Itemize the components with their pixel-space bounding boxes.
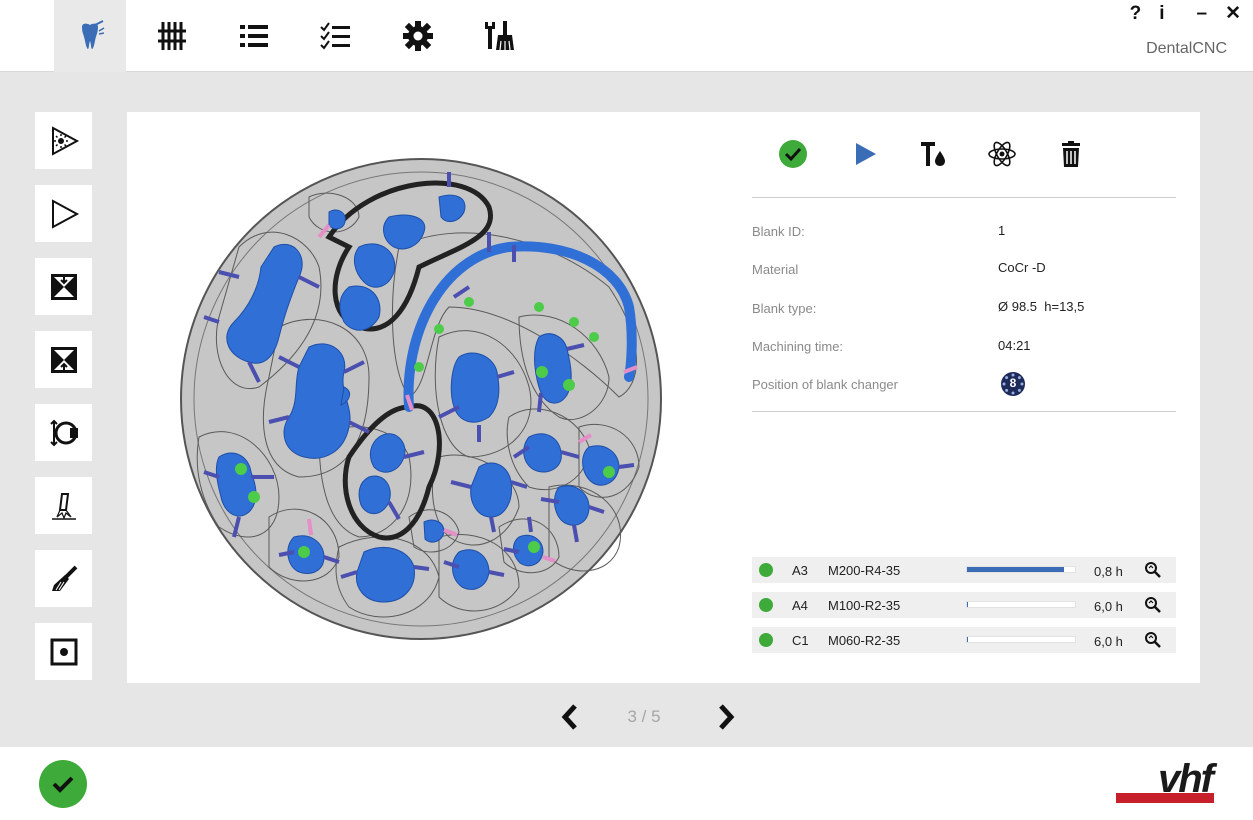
tool-search-icon[interactable]	[1144, 596, 1162, 614]
tool-position: A3	[792, 563, 808, 578]
tool-row[interactable]: A3 M200-R4-35 0,8 h	[752, 557, 1176, 583]
sidebar-item-brush[interactable]	[35, 550, 92, 607]
tool-usage-fill	[967, 602, 969, 607]
page-indicator: 3 / 5	[627, 707, 661, 726]
blank-changer-value: 8	[1009, 376, 1017, 390]
tool-coolant-icon	[921, 142, 945, 166]
vhf-logo: vhf	[1116, 759, 1216, 805]
brush-icon	[51, 565, 77, 591]
sidebar-item-rotate[interactable]	[35, 404, 92, 461]
tab-settings[interactable]	[382, 0, 454, 72]
divider-bottom	[752, 411, 1176, 412]
tool-status-dot	[759, 563, 773, 577]
sidebar-item-scan-play[interactable]	[35, 112, 92, 169]
simulation-button[interactable]	[982, 134, 1022, 174]
tab-checklist[interactable]	[300, 0, 372, 72]
sidebar-item-clamp-close[interactable]	[35, 331, 92, 388]
tool-usage-fill	[967, 567, 1065, 572]
material-label: Material	[752, 262, 799, 277]
tool-usage-bar	[966, 601, 1076, 608]
main-panel: Blank ID: 1 Material CoCr -D Blank type:…	[127, 112, 1200, 683]
close-button[interactable]: ✕	[1221, 2, 1245, 25]
tool-coolant-button[interactable]	[913, 134, 953, 174]
help-button[interactable]: ?	[1126, 3, 1146, 25]
machining-time-label: Machining time:	[752, 339, 844, 354]
start-button[interactable]	[845, 134, 885, 174]
action-bar	[752, 134, 1172, 174]
prev-page-button[interactable]	[555, 700, 585, 734]
tools-brush-icon	[485, 21, 514, 51]
divider-top	[752, 197, 1176, 198]
check-button[interactable]	[773, 134, 813, 174]
tool-row[interactable]: C1 M060-R2-35 6,0 h	[752, 627, 1176, 653]
tab-tooth[interactable]	[54, 0, 126, 72]
tool-name: M100-R2-35	[828, 598, 901, 613]
window-controls: ? i – ✕	[1126, 2, 1245, 25]
clamp-open-icon	[50, 273, 77, 300]
spray-tool-icon	[51, 492, 76, 520]
rotate-blank-icon	[49, 419, 78, 446]
tool-search-icon[interactable]	[1144, 631, 1162, 649]
next-page-button[interactable]	[711, 700, 741, 734]
blank-type-label: Blank type:	[752, 301, 817, 316]
tool-usage-bar	[966, 636, 1076, 643]
trash-icon	[1062, 141, 1080, 167]
top-toolbar: ? i – ✕ DentalCNC	[0, 0, 1253, 72]
tool-name: M200-R4-35	[828, 563, 901, 578]
check-circle-icon	[779, 140, 807, 168]
tool-row[interactable]: A4 M100-R2-35 6,0 h	[752, 592, 1176, 618]
scan-play-icon	[51, 125, 79, 156]
machining-time-value: 04:21	[998, 338, 1031, 353]
play-icon	[856, 143, 876, 165]
target-square-icon	[50, 638, 77, 665]
tool-search-icon[interactable]	[1144, 561, 1162, 579]
check-icon	[52, 776, 74, 793]
tool-hours: 6,0 h	[1094, 634, 1123, 649]
tool-position: C1	[792, 633, 809, 648]
sidebar-item-target[interactable]	[35, 623, 92, 680]
gear-icon	[403, 21, 433, 51]
tool-usage-bar	[966, 566, 1076, 573]
material-value: CoCr -D	[998, 260, 1046, 275]
tooth-icon	[82, 20, 105, 49]
chevron-right-icon	[719, 704, 735, 730]
chevron-left-icon	[561, 704, 577, 730]
blank-nesting-view[interactable]	[179, 157, 663, 641]
tool-status-dot	[759, 633, 773, 647]
tab-list[interactable]	[218, 0, 290, 72]
info-button[interactable]: i	[1155, 3, 1168, 25]
delete-button[interactable]	[1051, 134, 1091, 174]
blank-changer-badge: 8	[1000, 371, 1026, 397]
confirm-button[interactable]	[39, 760, 87, 808]
clamp-close-icon	[50, 346, 77, 373]
logo-text: vhf	[1158, 757, 1214, 801]
tool-usage-fill	[967, 637, 969, 642]
tool-hours: 6,0 h	[1094, 599, 1123, 614]
play-outline-icon	[51, 198, 79, 229]
sidebar-item-clamp-open[interactable]	[35, 258, 92, 315]
blank-type-value: Ø 98.5 h=13,5	[998, 299, 1085, 314]
tool-name: M060-R2-35	[828, 633, 901, 648]
minimize-button[interactable]: –	[1193, 3, 1212, 25]
atom-icon	[988, 141, 1016, 167]
bottom-bar: vhf	[0, 747, 1253, 820]
checklist-icon	[320, 22, 350, 50]
tool-status-dot	[759, 598, 773, 612]
sliders-icon	[158, 22, 186, 50]
sidebar-item-spray[interactable]	[35, 477, 92, 534]
blank-id-value: 1	[998, 223, 1006, 238]
tab-service[interactable]	[464, 0, 536, 72]
tab-adjust[interactable]	[136, 0, 208, 72]
blank-id-label: Blank ID:	[752, 224, 805, 239]
tool-position: A4	[792, 598, 808, 613]
blank-changer-label: Position of blank changer	[752, 377, 898, 392]
app-title: DentalCNC	[1146, 40, 1227, 57]
sidebar-item-play[interactable]	[35, 185, 92, 242]
list-icon	[240, 25, 268, 47]
tool-hours: 0,8 h	[1094, 564, 1123, 579]
